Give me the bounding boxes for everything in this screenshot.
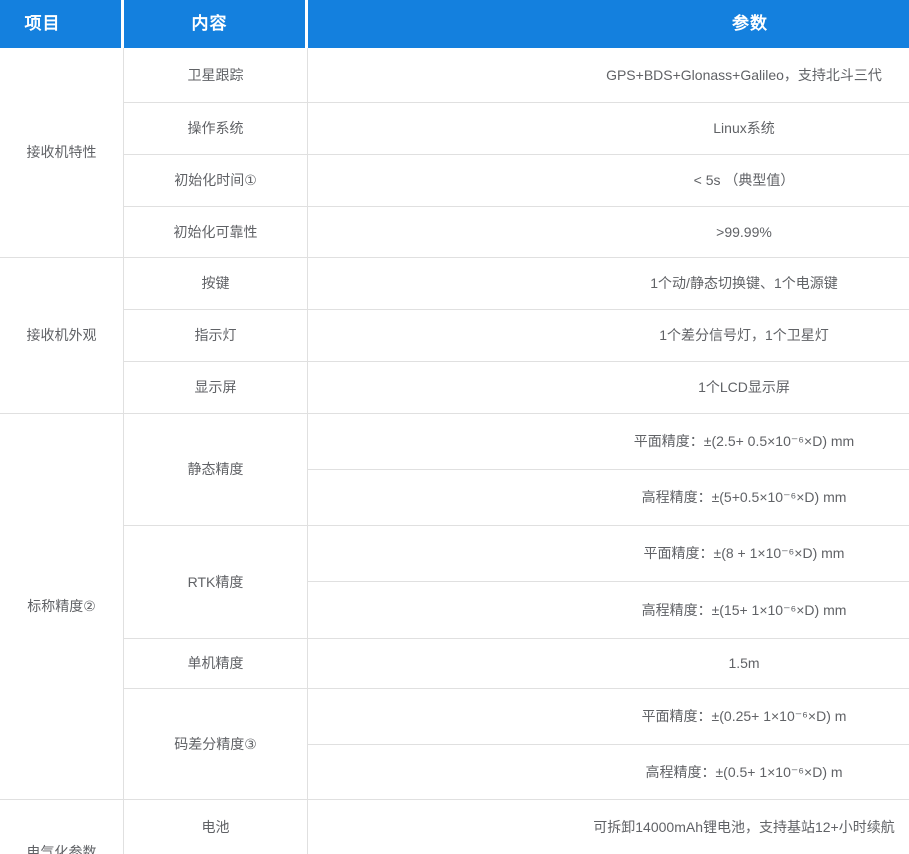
content-buttons: 按键 xyxy=(124,258,308,310)
content-init-reliability: 初始化可靠性 xyxy=(124,207,308,258)
param-battery: 可拆卸14000mAh锂电池，支持基站12+小时续航 xyxy=(308,800,909,854)
param-rtk-accuracy-vertical: 高程精度：±(15+ 1×10⁻⁶×D) mm xyxy=(308,582,909,639)
header-item: 项目 xyxy=(0,0,124,48)
param-operating-system: Linux系统 xyxy=(308,103,909,155)
content-indicator-lights: 指示灯 xyxy=(124,310,308,362)
section-receiver-features: 接收机特性 xyxy=(0,48,124,258)
content-display-screen: 显示屏 xyxy=(124,362,308,414)
param-static-accuracy-vertical: 高程精度：±(5+0.5×10⁻⁶×D) mm xyxy=(308,470,909,526)
param-code-diff-accuracy-horizontal: 平面精度：±(0.25+ 1×10⁻⁶×D) m xyxy=(308,689,909,745)
param-buttons: 1个动/静态切换键、1个电源键 xyxy=(308,258,909,310)
content-operating-system: 操作系统 xyxy=(124,103,308,155)
param-display-screen: 1个LCD显示屏 xyxy=(308,362,909,414)
param-standalone-accuracy: 1.5m xyxy=(308,639,909,689)
param-static-accuracy-horizontal: 平面精度：±(2.5+ 0.5×10⁻⁶×D) mm xyxy=(308,414,909,470)
header-content: 内容 xyxy=(124,0,308,48)
content-standalone-accuracy: 单机精度 xyxy=(124,639,308,689)
param-init-reliability: >99.99% xyxy=(308,207,909,258)
section-receiver-appearance: 接收机外观 xyxy=(0,258,124,414)
content-rtk-accuracy: RTK精度 xyxy=(124,526,308,639)
content-code-diff-accuracy: 码差分精度③ xyxy=(124,689,308,800)
param-indicator-lights: 1个差分信号灯，1个卫星灯 xyxy=(308,310,909,362)
spec-table-viewport: 项目 内容 参数 接收机特性 卫星跟踪 GPS+BDS+Glonass+Gali… xyxy=(0,0,909,854)
content-battery: 电池 xyxy=(124,800,308,854)
param-code-diff-accuracy-vertical: 高程精度：±(0.5+ 1×10⁻⁶×D) m xyxy=(308,745,909,800)
param-rtk-accuracy-horizontal: 平面精度：±(8 + 1×10⁻⁶×D) mm xyxy=(308,526,909,582)
content-init-time: 初始化时间① xyxy=(124,155,308,207)
param-init-time: < 5s （典型值） xyxy=(308,155,909,207)
section-electrical-params: 电气化参数 xyxy=(0,800,124,854)
header-param: 参数 xyxy=(308,0,909,48)
section-nominal-accuracy: 标称精度② xyxy=(0,414,124,800)
spec-table: 项目 内容 参数 接收机特性 卫星跟踪 GPS+BDS+Glonass+Gali… xyxy=(0,0,909,854)
content-satellite-tracking: 卫星跟踪 xyxy=(124,48,308,103)
param-satellite-tracking: GPS+BDS+Glonass+Galileo，支持北斗三代 xyxy=(308,48,909,103)
content-static-accuracy: 静态精度 xyxy=(124,414,308,526)
